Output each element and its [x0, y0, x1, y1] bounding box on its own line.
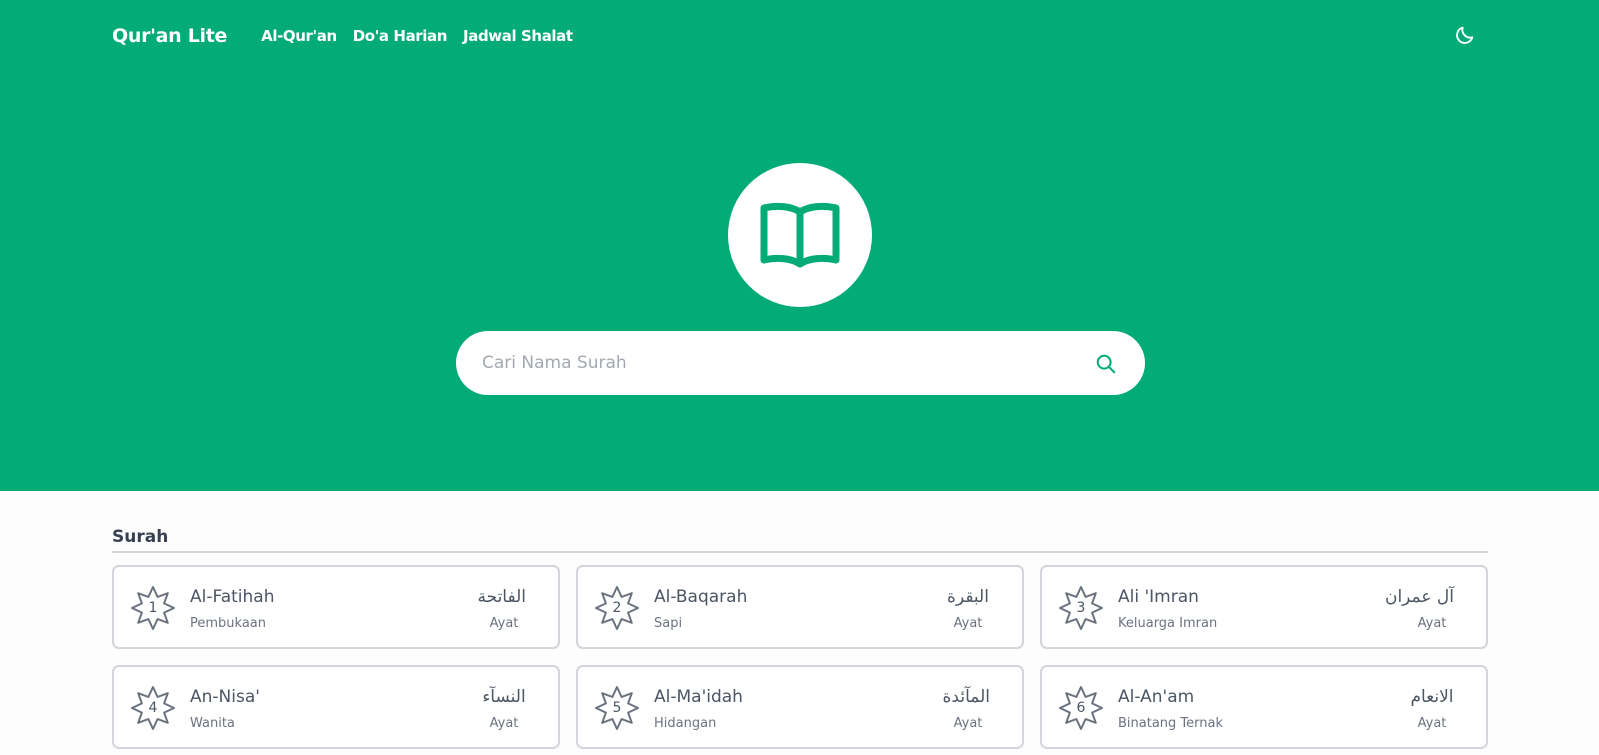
- surah-number: 5: [612, 700, 622, 716]
- surah-latin-name: Al-Ma'idah: [654, 687, 743, 707]
- search-input[interactable]: [482, 331, 1062, 395]
- surah-card[interactable]: 1 Al-Fatihah Pembukaan الفاتحة Ayat: [112, 565, 560, 649]
- surah-meaning: Hidangan: [654, 716, 717, 731]
- surah-arabic-name: البقرة: [947, 587, 989, 607]
- surah-meaning: Sapi: [654, 616, 683, 631]
- section-divider: [112, 551, 1488, 553]
- nav-link-doa-harian[interactable]: Do'a Harian: [353, 27, 448, 45]
- open-book-icon: [760, 202, 840, 268]
- top-navbar: Qur'an Lite Al-Qur'an Do'a Harian Jadwal…: [112, 22, 589, 50]
- nav-link-al-quran[interactable]: Al-Qur'an: [261, 27, 337, 45]
- section-title: Surah: [112, 527, 169, 547]
- surah-meaning: Pembukaan: [190, 616, 267, 631]
- surah-latin-name: Al-An'am: [1118, 687, 1195, 707]
- surah-number: 1: [148, 600, 158, 616]
- surah-arabic-name: النسآء: [482, 687, 526, 707]
- surah-ayat-label: Ayat: [953, 716, 983, 731]
- search-button[interactable]: [1094, 352, 1118, 376]
- surah-card[interactable]: 3 Ali 'Imran Keluarga Imran آل عمران Aya…: [1040, 565, 1488, 649]
- quran-logo: [728, 163, 872, 307]
- surah-meaning: Binatang Ternak: [1118, 716, 1224, 731]
- surah-number: 2: [612, 600, 622, 616]
- surah-arabic-name: الانعام: [1410, 687, 1454, 707]
- search-icon: [1096, 354, 1116, 374]
- surah-number: 4: [148, 700, 158, 716]
- nav-link-jadwal-shalat[interactable]: Jadwal Shalat: [463, 27, 573, 45]
- surah-card[interactable]: 4 An-Nisa' Wanita النسآء Ayat: [112, 665, 560, 749]
- surah-card[interactable]: 6 Al-An'am Binatang Ternak الانعام Ayat: [1040, 665, 1488, 749]
- surah-card[interactable]: 5 Al-Ma'idah Hidangan المآئدة Ayat: [576, 665, 1024, 749]
- surah-latin-name: Al-Baqarah: [654, 587, 748, 607]
- surah-number: 3: [1076, 600, 1086, 616]
- surah-ayat-label: Ayat: [489, 716, 519, 731]
- theme-toggle-button[interactable]: [1452, 22, 1478, 48]
- surah-ayat-label: Ayat: [1417, 616, 1447, 631]
- search-box: [456, 331, 1145, 395]
- surah-ayat-label: Ayat: [1417, 716, 1447, 731]
- surah-card[interactable]: 2 Al-Baqarah Sapi البقرة Ayat: [576, 565, 1024, 649]
- surah-arabic-name: آل عمران: [1384, 587, 1454, 607]
- surah-number: 6: [1076, 700, 1086, 716]
- surah-latin-name: Ali 'Imran: [1118, 587, 1199, 607]
- surah-meaning: Wanita: [190, 716, 235, 731]
- moon-icon: [1456, 26, 1474, 44]
- surah-latin-name: An-Nisa': [190, 687, 260, 707]
- surah-meaning: Keluarga Imran: [1118, 616, 1218, 631]
- surah-ayat-label: Ayat: [953, 616, 983, 631]
- surah-list: 1 Al-Fatihah Pembukaan الفاتحة Ayat 2 Al…: [112, 565, 1488, 749]
- surah-latin-name: Al-Fatihah: [190, 587, 275, 607]
- surah-arabic-name: المآئدة: [942, 687, 990, 707]
- brand-logo[interactable]: Qur'an Lite: [112, 25, 227, 47]
- surah-arabic-name: الفاتحة: [477, 587, 526, 607]
- surah-ayat-label: Ayat: [489, 616, 519, 631]
